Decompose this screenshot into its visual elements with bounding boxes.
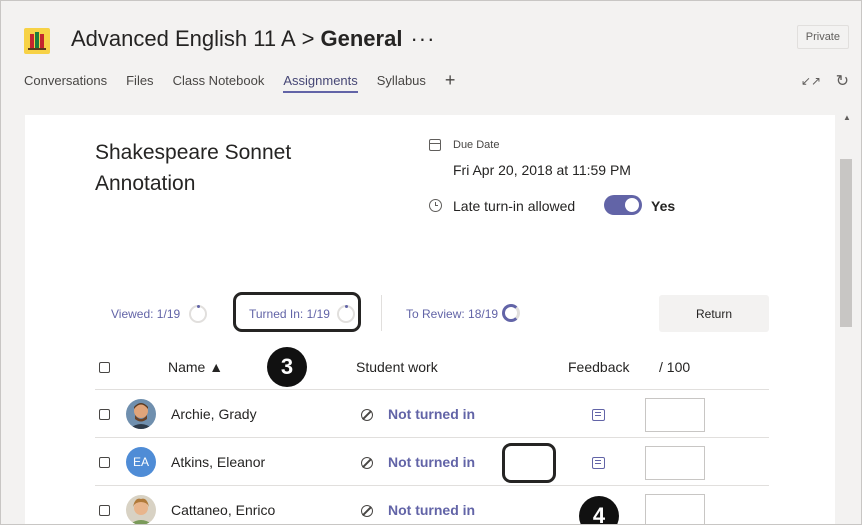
student-work-status[interactable]: Not turned in [388,406,475,422]
progress-dot [197,305,200,308]
tab-assignments[interactable]: Assignments [283,73,358,93]
add-tab-icon[interactable]: + [445,71,456,93]
toggle-knob [625,198,639,212]
scrollbar[interactable]: ▲ [837,109,859,524]
late-turn-in-label: Late turn-in allowed [453,198,576,214]
expand-icon[interactable]: ↙↗ [801,74,821,88]
row-checkbox[interactable] [99,409,110,420]
tab-conversations[interactable]: Conversations [24,73,107,93]
calendar-icon [429,139,441,151]
table-row: Cattaneo, Enrico Not turned in [95,487,769,524]
not-turned-in-icon [361,457,373,469]
scroll-up-icon[interactable]: ▲ [843,113,851,122]
team-name[interactable]: Advanced English 11 A [71,26,296,51]
avatar [126,399,156,429]
table-row: EA Atkins, Eleanor Not turned in [95,439,769,486]
due-date-label: Due Date [453,139,500,151]
avatar-photo [126,399,156,429]
grade-input[interactable] [645,446,705,480]
not-turned-in-icon [361,505,373,517]
name-column-header[interactable]: Name ▲ [168,359,223,375]
student-name[interactable]: Archie, Grady [171,406,257,422]
viewed-progress-ring [189,305,207,323]
clock-icon [429,199,442,212]
shelf [28,48,46,50]
not-turned-in-icon [361,409,373,421]
student-work-column-header: Student work [356,359,438,375]
scroll-thumb[interactable] [840,159,852,327]
channel-name: General [320,26,403,51]
avatar [126,495,156,524]
avatar-photo [126,495,156,524]
to-review-progress-ring [502,304,520,322]
private-badge: Private [796,25,849,49]
book-red [30,34,34,48]
student-work-status[interactable]: Not turned in [388,502,475,518]
stat-divider [381,295,382,331]
grade-input[interactable] [645,398,705,432]
grade-column-header: / 100 [659,359,691,375]
select-all-checkbox[interactable] [99,362,110,373]
student-name[interactable]: Cattaneo, Enrico [171,502,275,518]
progress-dot [345,305,348,308]
viewed-stat[interactable]: Viewed: 1/19 [111,307,180,321]
channel-header: Advanced English 11 A > General ··· Private… [1,1,861,109]
late-turn-in-value: Yes [651,198,676,214]
tab-files[interactable]: Files [126,73,153,93]
table-header-row: Name ▲ Student work Feedback / 100 [95,343,769,390]
turned-in-progress-ring [337,305,355,323]
feedback-icon[interactable] [592,409,605,421]
row-checkbox[interactable] [99,505,110,516]
student-work-status[interactable]: Not turned in [388,454,475,470]
teams-window: Advanced English 11 A > General ··· Private… [0,0,862,525]
feedback-column-header: Feedback [568,359,630,375]
due-date-value: Fri Apr 20, 2018 at 11:59 PM [453,162,631,178]
turned-in-stat[interactable]: Turned In: 1/19 [249,307,330,321]
feedback-callout [502,443,556,483]
chevron-right-icon: > [301,26,315,51]
return-button[interactable]: Return [659,295,769,332]
tab-class-notebook[interactable]: Class Notebook [173,73,265,93]
assignment-title: Shakespeare Sonnet Annotation [95,141,292,195]
student-name[interactable]: Atkins, Eleanor [171,454,265,470]
callout-badge-3: 3 [267,347,307,387]
row-checkbox[interactable] [99,457,110,468]
table-row: Archie, Grady Not turned in [95,391,769,438]
book-green [35,32,39,48]
feedback-icon[interactable] [592,457,605,469]
channel-title: Advanced English 11 A > General ··· [71,26,435,52]
to-review-stat[interactable]: To Review: 18/19 [406,307,498,321]
grade-input[interactable] [645,494,705,524]
team-icon [24,28,50,54]
late-turn-in-toggle[interactable] [604,195,642,215]
assignment-panel: Shakespeare Sonnet Annotation Due Date F… [25,115,835,524]
tab-syllabus[interactable]: Syllabus [377,73,426,93]
refresh-icon[interactable]: ↻ [836,71,849,91]
book-red-2 [40,34,44,48]
avatar: EA [126,447,156,477]
more-options-icon[interactable]: ··· [410,26,435,51]
tab-bar: Conversations Files Class Notebook Assig… [24,71,456,93]
